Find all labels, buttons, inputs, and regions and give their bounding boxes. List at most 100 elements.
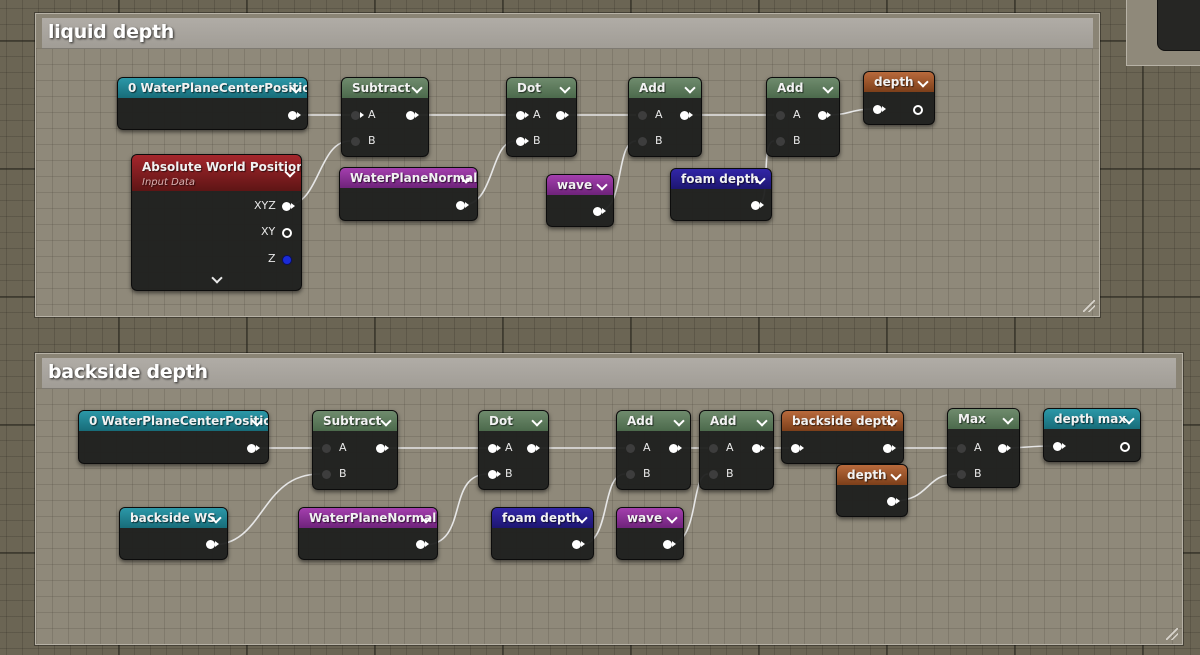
node-header[interactable]: Max [948, 409, 1019, 429]
node-header[interactable]: Dot [507, 78, 576, 98]
input-pin-b[interactable] [776, 137, 785, 146]
node-dot[interactable]: Dot A B [478, 410, 549, 490]
input-pin[interactable] [791, 444, 804, 453]
output-pin[interactable] [680, 111, 693, 120]
node-depth-max-output[interactable]: depth max [1043, 408, 1141, 462]
offscreen-node[interactable] [1157, 0, 1200, 51]
node-header[interactable]: Add [767, 78, 839, 98]
node-header[interactable]: Absolute World Position Input Data [132, 155, 301, 191]
node-add[interactable]: Add A B [616, 410, 691, 490]
output-pin[interactable] [247, 444, 260, 453]
node-header[interactable]: Subtract [342, 78, 428, 98]
node-water-plane-normal[interactable]: WaterPlaneNormal [298, 507, 438, 560]
chevron-down-icon[interactable] [822, 82, 834, 94]
output-pin[interactable] [883, 444, 896, 453]
output-pin[interactable] [751, 201, 764, 210]
input-pin-a[interactable] [488, 444, 501, 453]
output-pin[interactable] [818, 111, 831, 120]
output-pin[interactable] [206, 540, 219, 549]
chevron-down-icon[interactable] [684, 82, 696, 94]
output-pin[interactable] [663, 540, 676, 549]
input-pin-a[interactable] [626, 444, 635, 453]
node-header[interactable]: Add [629, 78, 701, 98]
chevron-down-icon[interactable] [673, 415, 685, 427]
chevron-down-icon[interactable] [559, 82, 571, 94]
output-pin[interactable] [1120, 442, 1130, 452]
input-pin-b[interactable] [626, 470, 635, 479]
input-pin-b[interactable] [957, 470, 966, 479]
output-pin[interactable] [887, 497, 900, 506]
output-pin[interactable] [406, 111, 419, 120]
input-pin-b[interactable] [488, 470, 501, 479]
comment-header[interactable]: backside depth [42, 358, 1176, 389]
input-pin-a[interactable] [709, 444, 718, 453]
node-wave[interactable]: wave [616, 507, 684, 560]
output-pin[interactable] [669, 444, 682, 453]
input-pin-b[interactable] [351, 137, 360, 146]
input-pin-a[interactable] [638, 111, 647, 120]
output-pin[interactable] [456, 201, 469, 210]
input-pin[interactable] [1053, 442, 1066, 451]
node-header[interactable]: backside depth [782, 411, 903, 431]
output-pin[interactable] [998, 444, 1011, 453]
input-pin-b[interactable] [516, 137, 529, 146]
node-foam-depth[interactable]: foam depth [670, 168, 772, 221]
node-water-plane-center-position[interactable]: 0 WaterPlaneCenterPosition [78, 410, 269, 464]
node-subtract[interactable]: Subtract A B [341, 77, 429, 157]
comment-box-backside-depth[interactable]: backside depth [35, 353, 1183, 645]
node-max[interactable]: Max A B [947, 408, 1020, 488]
chevron-down-icon[interactable] [890, 469, 902, 481]
node-header[interactable]: depth max [1044, 409, 1140, 429]
input-pin-b[interactable] [709, 470, 718, 479]
chevron-down-icon[interactable] [531, 415, 543, 427]
comment-header[interactable]: liquid depth [42, 18, 1093, 49]
node-absolute-world-position[interactable]: Absolute World Position Input Data XYZ X… [131, 154, 302, 291]
node-add[interactable]: Add A B [699, 410, 774, 490]
node-header[interactable]: foam depth [671, 169, 771, 189]
node-header[interactable]: depth [837, 465, 907, 485]
output-pin[interactable] [556, 111, 569, 120]
node-header[interactable]: wave [547, 175, 613, 195]
node-wave[interactable]: wave [546, 174, 614, 227]
output-pin[interactable] [913, 105, 923, 115]
node-header[interactable]: 0 WaterPlaneCenterPosition [118, 78, 307, 98]
node-depth[interactable]: depth [836, 464, 908, 517]
node-water-plane-center-position[interactable]: 0 WaterPlaneCenterPosition [117, 77, 308, 130]
output-pin[interactable] [572, 540, 585, 549]
output-pin-xy[interactable] [282, 228, 292, 238]
node-backside-depth[interactable]: backside depth [781, 410, 904, 464]
output-pin[interactable] [376, 444, 389, 453]
node-header[interactable]: wave [617, 508, 683, 528]
node-header[interactable]: foam depth [492, 508, 593, 528]
node-backside-ws[interactable]: backside WS [119, 507, 228, 560]
input-pin-b[interactable] [638, 137, 647, 146]
input-pin-a[interactable] [322, 444, 331, 453]
expand-chevron-icon[interactable] [210, 272, 223, 284]
input-pin[interactable] [873, 105, 886, 114]
chevron-down-icon[interactable] [1002, 413, 1014, 425]
output-pin-xyz[interactable] [282, 202, 295, 211]
node-add[interactable]: Add A B [628, 77, 702, 157]
input-pin-a[interactable] [957, 444, 966, 453]
node-subtract[interactable]: Subtract A B [312, 410, 398, 490]
resize-grip[interactable] [1166, 628, 1178, 640]
output-pin[interactable] [527, 444, 540, 453]
chevron-down-icon[interactable] [756, 415, 768, 427]
node-header[interactable]: Subtract [313, 411, 397, 431]
node-header[interactable]: Dot [479, 411, 548, 431]
output-pin[interactable] [752, 444, 765, 453]
chevron-down-icon[interactable] [380, 415, 392, 427]
output-pin[interactable] [288, 111, 301, 120]
output-pin[interactable] [416, 540, 429, 549]
input-pin-b[interactable] [322, 470, 331, 479]
node-header[interactable]: Add [617, 411, 690, 431]
chevron-down-icon[interactable] [596, 179, 608, 191]
input-pin-a[interactable] [516, 111, 529, 120]
chevron-down-icon[interactable] [917, 76, 929, 88]
output-pin-z[interactable] [282, 255, 292, 265]
node-header[interactable]: WaterPlaneNormal [340, 168, 477, 188]
node-add[interactable]: Add A B [766, 77, 840, 157]
node-header[interactable]: WaterPlaneNormal [299, 508, 437, 528]
input-pin-a[interactable] [776, 111, 785, 120]
resize-grip[interactable] [1083, 300, 1095, 312]
